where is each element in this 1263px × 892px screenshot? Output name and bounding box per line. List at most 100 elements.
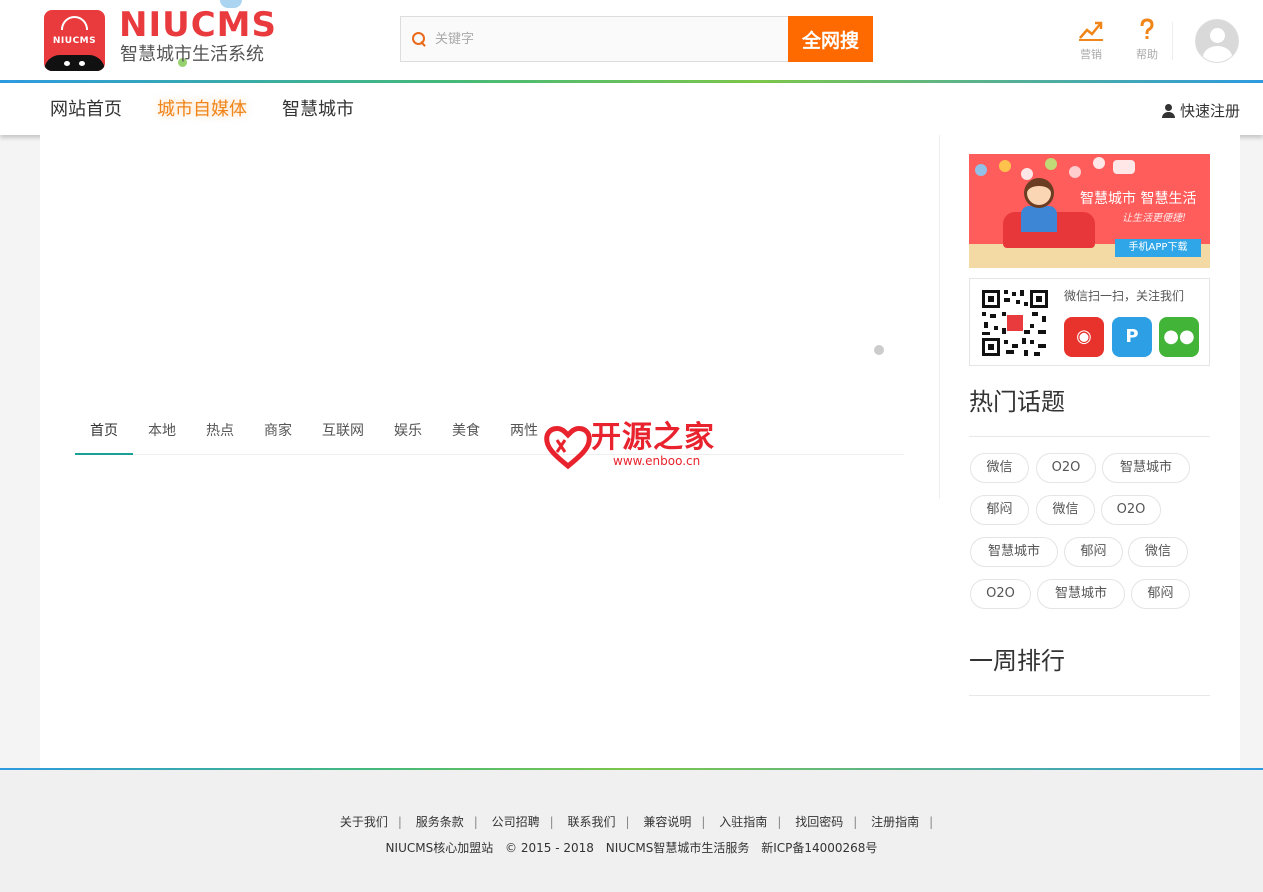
tab-entertainment[interactable]: 娱乐 xyxy=(379,407,437,455)
separator: | xyxy=(853,815,858,829)
logo-icon[interactable]: NIUCMS xyxy=(44,10,105,71)
tab-internet[interactable]: 互联网 xyxy=(307,407,379,455)
header: NIUCMS NIUCMS 智慧城市生活系统 全网搜 营销 帮助 xyxy=(0,0,1263,80)
footer-link-password[interactable]: 找回密码 xyxy=(785,813,853,830)
footer-link-register-guide[interactable]: 注册指南 xyxy=(861,813,929,830)
topic-tag[interactable]: 微信 xyxy=(1128,537,1188,567)
logo-small-text: NIUCMS xyxy=(52,36,97,46)
footer-link-about[interactable]: 关于我们 xyxy=(330,813,398,830)
separator: | xyxy=(397,815,402,829)
nav-item-home[interactable]: 网站首页 xyxy=(50,99,122,121)
search-input[interactable] xyxy=(427,17,777,61)
pinterest-style-icon[interactable]: P xyxy=(1112,317,1152,357)
tab-hot[interactable]: 热点 xyxy=(191,407,249,455)
bubble-icon xyxy=(1045,158,1057,170)
bubble-icon xyxy=(1093,157,1105,169)
topic-tag[interactable]: 智慧城市 xyxy=(1102,453,1190,483)
watermark-url: www.enboo.cn xyxy=(613,454,701,468)
watermark-text: 开源之家 xyxy=(591,420,715,455)
search-box xyxy=(400,16,788,62)
separator: | xyxy=(625,815,630,829)
banner-title: 智慧城市 智慧生活 xyxy=(1080,191,1197,207)
topic-tag[interactable]: 微信 xyxy=(970,453,1029,483)
hot-topics-divider xyxy=(969,436,1210,437)
marketing-label: 营销 xyxy=(1080,48,1102,61)
footer-link-join[interactable]: 入驻指南 xyxy=(709,813,777,830)
footer-site: NIUCMS核心加盟站 xyxy=(385,841,494,855)
footer-icp[interactable]: 新ICP备14000268号 xyxy=(761,841,877,855)
wechat-icon[interactable]: ●● xyxy=(1159,317,1199,357)
separator: | xyxy=(473,815,478,829)
separator: | xyxy=(777,815,782,829)
brand-subtitle: 智慧城市生活系统 xyxy=(120,44,264,65)
bag-handle-icon xyxy=(61,16,88,30)
separator: | xyxy=(929,815,934,829)
bubble-icon xyxy=(1069,166,1081,178)
weibo-glyph: ◉ xyxy=(1076,326,1092,347)
tab-local[interactable]: 本地 xyxy=(133,407,191,455)
nav-item-city-media[interactable]: 城市自媒体 xyxy=(157,99,247,121)
footer-service: NIUCMS智慧城市生活服务 xyxy=(605,841,750,855)
topic-tag[interactable]: 智慧城市 xyxy=(970,537,1058,567)
nav-item-smart-city[interactable]: 智慧城市 xyxy=(282,99,354,121)
bubble-icon xyxy=(975,164,987,176)
help-button[interactable]: 帮助 xyxy=(1127,18,1167,62)
register-label: 快速注册 xyxy=(1180,102,1241,120)
bubble-icon xyxy=(1021,168,1033,180)
topic-tag[interactable]: 智慧城市 xyxy=(1037,579,1125,609)
topic-tag[interactable]: 微信 xyxy=(1036,495,1095,525)
topic-tag[interactable]: O2O xyxy=(970,579,1031,609)
bubble-icon xyxy=(1113,160,1135,174)
topic-tag[interactable]: O2O xyxy=(1036,453,1096,483)
person-illustration xyxy=(1021,206,1057,232)
search-button[interactable]: 全网搜 xyxy=(788,16,873,62)
column-divider xyxy=(939,135,940,499)
app-download-banner[interactable]: 智慧城市 智慧生活 让生活更便捷! 手机APP下载 xyxy=(969,154,1210,268)
topic-tag[interactable]: 郁闷 xyxy=(970,495,1029,525)
search-icon xyxy=(411,31,427,47)
heart-logo-icon xyxy=(544,426,592,470)
watermark: 开源之家 www.enboo.cn xyxy=(543,420,733,476)
weekly-ranking-divider xyxy=(969,695,1210,696)
header-divider xyxy=(1172,22,1173,60)
slider-dot[interactable] xyxy=(874,345,884,355)
topic-tag[interactable]: O2O xyxy=(1101,495,1161,525)
chart-up-icon xyxy=(1079,21,1103,41)
marketing-button[interactable]: 营销 xyxy=(1071,18,1111,62)
topic-tag[interactable]: 郁闷 xyxy=(1131,579,1190,609)
person-head-illustration xyxy=(1024,178,1054,208)
avatar[interactable] xyxy=(1195,19,1239,63)
footer-links: 关于我们 | 服务条款 | 公司招聘 | 联系我们 | 兼容说明 | 入驻指南 | 找回密码… xyxy=(0,813,1263,830)
weekly-ranking-title: 一周排行 xyxy=(969,647,1065,675)
separator: | xyxy=(549,815,554,829)
topic-tag[interactable]: 郁闷 xyxy=(1064,537,1123,567)
footer-link-terms[interactable]: 服务条款 xyxy=(406,813,474,830)
help-label: 帮助 xyxy=(1136,48,1158,61)
brand-name[interactable]: NIUCMS xyxy=(119,7,279,43)
qr-code-icon xyxy=(980,288,1050,358)
weibo-icon[interactable]: ◉ xyxy=(1064,317,1104,357)
main-nav: 网站首页 城市自媒体 智慧城市 快速注册 xyxy=(0,83,1263,135)
tab-food[interactable]: 美食 xyxy=(437,407,495,455)
footer-link-compat[interactable]: 兼容说明 xyxy=(633,813,701,830)
hot-topics-title: 热门话题 xyxy=(969,388,1065,416)
register-link[interactable]: 快速注册 xyxy=(1162,100,1240,121)
footer-link-jobs[interactable]: 公司招聘 xyxy=(482,813,550,830)
separator: | xyxy=(701,815,706,829)
footer-copyright: NIUCMS核心加盟站 © 2015 - 2018 NIUCMS智慧城市生活服务… xyxy=(0,839,1263,856)
footer-link-contact[interactable]: 联系我们 xyxy=(558,813,626,830)
tab-merchant[interactable]: 商家 xyxy=(249,407,307,455)
footer: 关于我们 | 服务条款 | 公司招聘 | 联系我们 | 兼容说明 | 入驻指南 | 找回密码… xyxy=(0,770,1263,892)
wechat-follow-text: 微信扫一扫，关注我们 xyxy=(1064,289,1185,303)
question-icon xyxy=(1140,18,1154,39)
p-glyph: P xyxy=(1125,326,1139,347)
cat-icon xyxy=(44,55,105,71)
wechat-glyph: ●● xyxy=(1163,326,1195,347)
wechat-follow-box: 微信扫一扫，关注我们 ◉ P ●● xyxy=(969,278,1210,366)
tab-home[interactable]: 首页 xyxy=(75,407,133,455)
app-download-button[interactable]: 手机APP下载 xyxy=(1115,239,1201,257)
user-icon xyxy=(1162,103,1175,118)
category-tabs: 首页 本地 热点 商家 互联网 娱乐 美食 两性 xyxy=(75,407,904,455)
bubble-icon xyxy=(999,160,1011,172)
footer-copyright-years: © 2015 - 2018 xyxy=(505,841,594,855)
